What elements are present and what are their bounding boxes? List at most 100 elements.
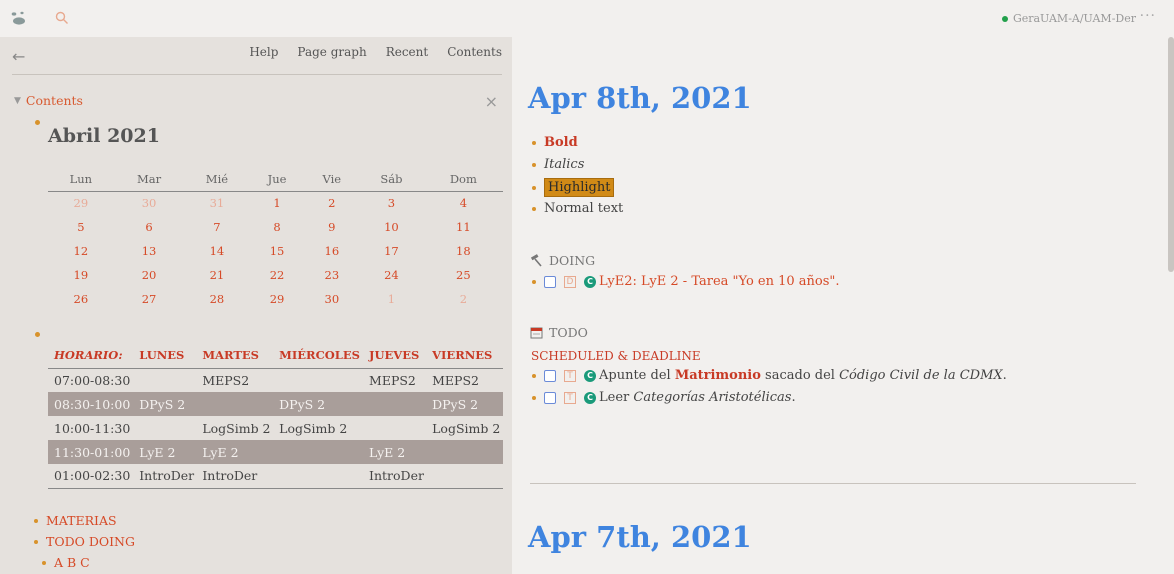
block-bullet[interactable] — [42, 560, 46, 565]
logseq-logo-icon[interactable] — [10, 10, 28, 26]
nav-help[interactable]: Help — [249, 45, 278, 59]
table-row: 01:00-02:30 IntroDer IntroDer IntroDer — [48, 464, 503, 489]
block-item[interactable]: Normal text — [532, 201, 623, 216]
calendar-day[interactable]: 22 — [250, 263, 305, 287]
link-materias[interactable]: MATERIAS — [46, 510, 117, 531]
list-item[interactable]: A B C — [34, 552, 135, 573]
link-abc[interactable]: A B C — [54, 552, 90, 573]
calendar-day[interactable]: 30 — [305, 287, 359, 311]
nav-contents[interactable]: Contents — [447, 45, 502, 59]
calendar-day[interactable]: 1 — [250, 191, 305, 215]
bold-link[interactable]: Matrimonio — [675, 368, 761, 383]
block-bullet[interactable] — [34, 539, 38, 544]
journal-main: Apr 8th, 2021 Bold Italics Highlight Nor… — [512, 37, 1174, 574]
block-item[interactable]: Bold — [532, 135, 578, 150]
calendar-day[interactable]: 6 — [114, 215, 185, 239]
calendar-day[interactable]: 13 — [114, 239, 185, 263]
calendar-day[interactable]: 9 — [305, 215, 359, 239]
block-bullet[interactable] — [532, 373, 536, 378]
calendar-day[interactable]: 30 — [114, 191, 185, 215]
back-arrow-icon[interactable]: ← — [12, 47, 25, 66]
task-item[interactable]: D C LyE2: LyE 2 - Tarea "Yo en 10 años". — [532, 274, 840, 289]
close-icon[interactable]: × — [485, 92, 498, 111]
sidebar-nav: Help Page graph Recent Contents — [249, 45, 502, 59]
calendar-day[interactable]: 25 — [424, 263, 503, 287]
task-item[interactable]: T C Apunte del Matrimonio sacado del Cód… — [532, 368, 1007, 383]
calendar-day[interactable]: 29 — [250, 287, 305, 311]
block-bullet[interactable] — [532, 279, 536, 284]
task-checkbox[interactable] — [544, 391, 556, 404]
block-bullet[interactable] — [35, 120, 40, 125]
schedule-header: HORARIO: — [48, 343, 134, 369]
calendar-day[interactable]: 24 — [359, 263, 424, 287]
link-todo-doing[interactable]: TODO DOING — [46, 531, 135, 552]
calendar-day[interactable]: 8 — [250, 215, 305, 239]
search-icon[interactable] — [55, 11, 69, 25]
calendar-day[interactable]: 2 — [424, 287, 503, 311]
calendar-day[interactable]: 12 — [48, 239, 114, 263]
calendar-day[interactable]: 16 — [305, 239, 359, 263]
course-icon: C — [584, 369, 596, 382]
calendar-day[interactable]: 14 — [184, 239, 249, 263]
caret-down-icon[interactable]: ▼ — [14, 96, 21, 106]
todo-marker[interactable]: T — [564, 369, 576, 382]
calendar-table: Lun Mar Mié Jue Vie Sáb Dom 29 30 31 1 2… — [48, 167, 503, 311]
graph-selector[interactable]: GeraUAM-A/UAM-Der — [1001, 12, 1136, 25]
calendar-day[interactable]: 10 — [359, 215, 424, 239]
list-item[interactable]: MATERIAS — [34, 510, 135, 531]
calendar-day[interactable]: 26 — [48, 287, 114, 311]
calendar-day[interactable]: 5 — [48, 215, 114, 239]
schedule-cell: LogSimb 2 — [432, 420, 501, 436]
calendar-day[interactable]: 27 — [114, 287, 185, 311]
schedule-header: JUEVES — [363, 343, 427, 369]
calendar-day[interactable]: 31 — [184, 191, 249, 215]
task-checkbox[interactable] — [544, 275, 556, 288]
nav-page-graph[interactable]: Page graph — [297, 45, 366, 59]
calendar-day[interactable]: 20 — [114, 263, 185, 287]
list-item[interactable]: TODO DOING — [34, 531, 135, 552]
calendar-day[interactable]: 28 — [184, 287, 249, 311]
calendar-day[interactable]: 2 — [305, 191, 359, 215]
block-bullet[interactable] — [532, 162, 536, 167]
block-bullet[interactable] — [34, 518, 38, 523]
calendar-day[interactable]: 19 — [48, 263, 114, 287]
scrollbar[interactable] — [1168, 37, 1174, 272]
doing-marker[interactable]: D — [564, 275, 576, 288]
calendar-day[interactable]: 11 — [424, 215, 503, 239]
task-link[interactable]: LyE2: LyE 2 - Tarea "Yo en 10 años". — [599, 274, 840, 289]
schedule-cell: MEPS2 — [369, 372, 416, 388]
contents-header[interactable]: ▼ Contents — [14, 93, 83, 108]
todo-marker[interactable]: T — [564, 391, 576, 404]
block-bullet[interactable] — [532, 206, 536, 211]
calendar-day[interactable]: 3 — [359, 191, 424, 215]
calendar-day[interactable]: 29 — [48, 191, 114, 215]
calendar-day[interactable]: 7 — [184, 215, 249, 239]
schedule-cell: DPyS 2 — [133, 392, 197, 416]
calendar-day[interactable]: 15 — [250, 239, 305, 263]
journal-title[interactable]: Apr 8th, 2021 — [528, 81, 752, 115]
block-bullet[interactable] — [532, 140, 536, 145]
journal-title[interactable]: Apr 7th, 2021 — [528, 520, 752, 554]
calendar-day[interactable]: 18 — [424, 239, 503, 263]
block-bullet[interactable] — [532, 395, 536, 400]
task-item[interactable]: T C Leer Categorías Aristotélicas. — [532, 390, 796, 405]
schedule-cell — [426, 440, 503, 464]
calendar-day-header: Sáb — [359, 167, 424, 192]
normal-text: Normal text — [544, 201, 624, 216]
block-item[interactable]: Highlight — [532, 178, 615, 197]
table-row: 11:30-01:00 LyE 2 LyE 2 LyE 2 — [48, 440, 503, 464]
block-item[interactable]: Italics — [532, 157, 584, 172]
scheduled-deadline-label[interactable]: SCHEDULED & DEADLINE — [531, 349, 701, 363]
block-bullet[interactable] — [532, 185, 536, 190]
calendar-day[interactable]: 4 — [424, 191, 503, 215]
calendar-day[interactable]: 1 — [359, 287, 424, 311]
schedule-cell — [426, 464, 503, 489]
task-checkbox[interactable] — [544, 369, 556, 382]
nav-recent[interactable]: Recent — [386, 45, 429, 59]
calendar-day[interactable]: 21 — [184, 263, 249, 287]
more-menu-icon[interactable]: ··· — [1140, 8, 1156, 24]
calendar-day[interactable]: 17 — [359, 239, 424, 263]
calendar-day[interactable]: 23 — [305, 263, 359, 287]
block-bullet[interactable] — [35, 332, 40, 337]
italic-text: Categorías Aristotélicas — [633, 390, 792, 405]
